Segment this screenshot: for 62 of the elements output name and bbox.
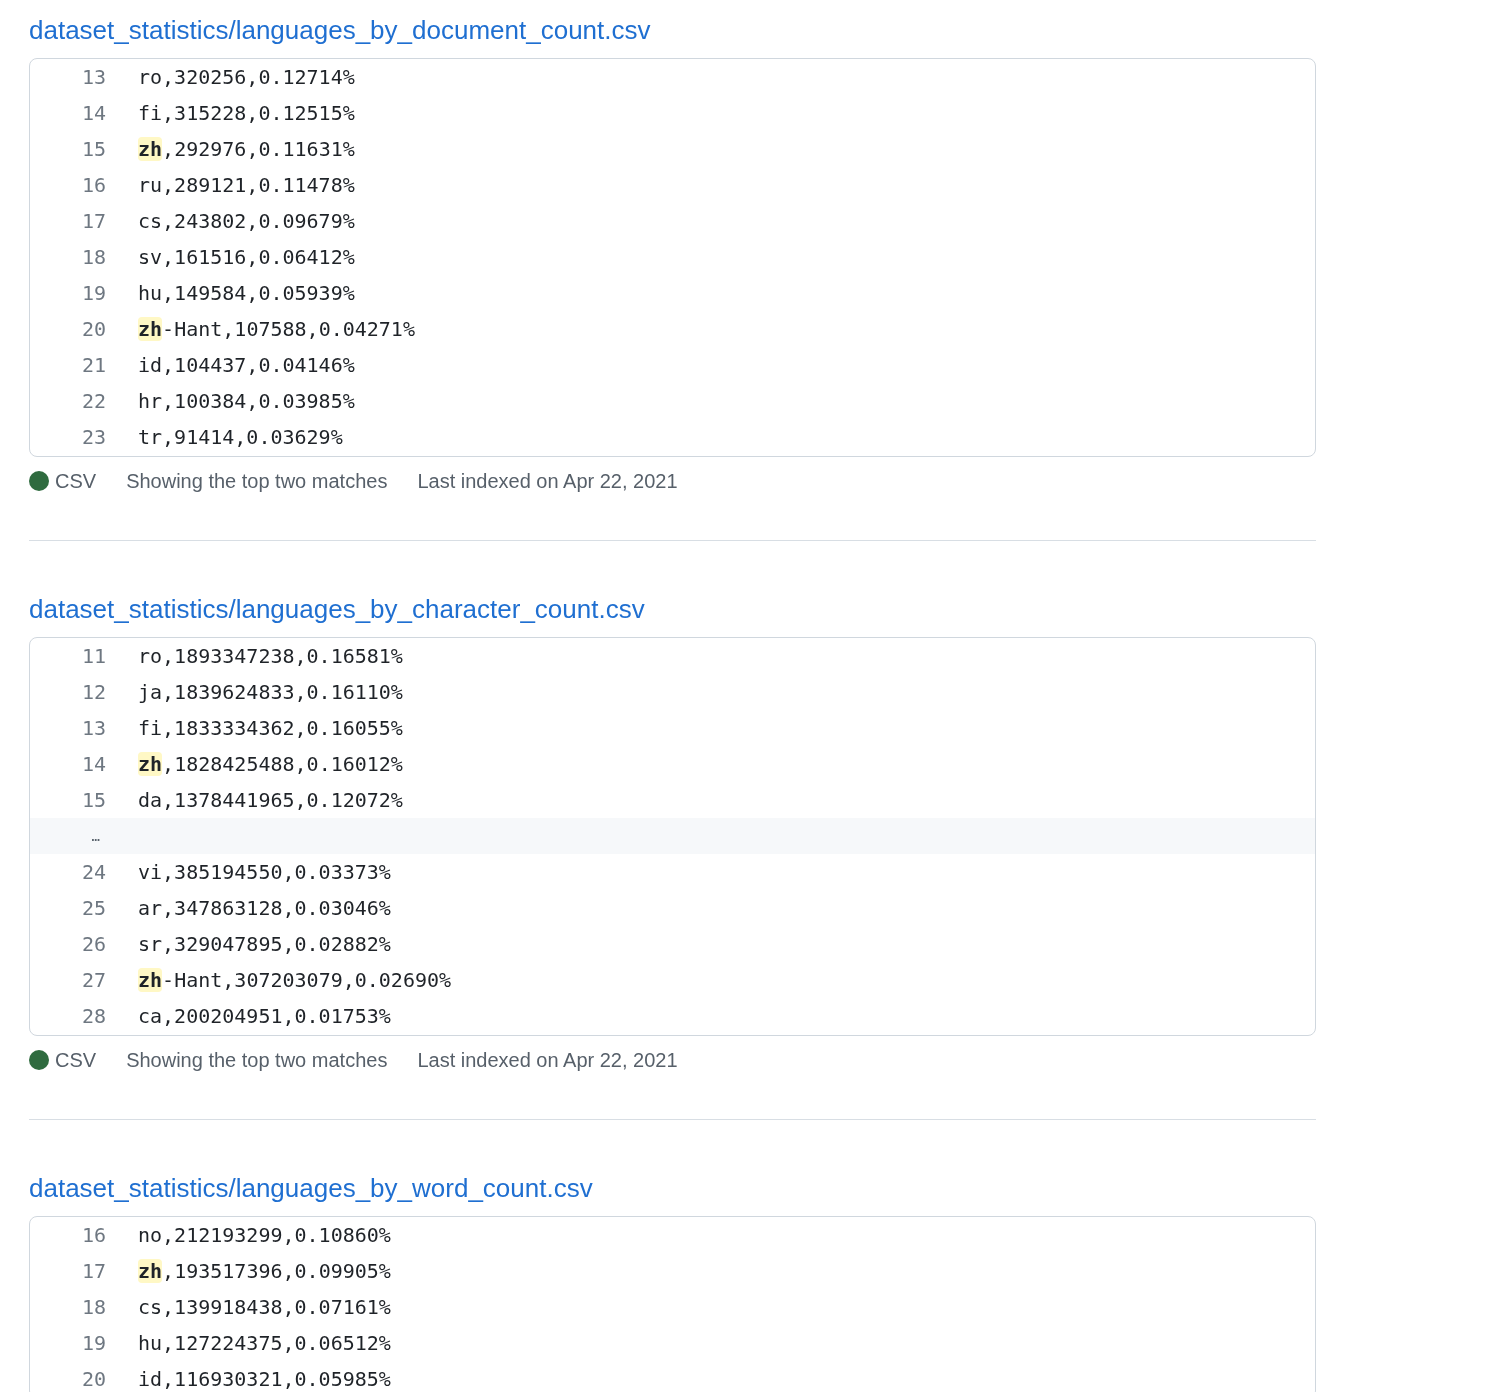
file-path-link[interactable]: dataset_statistics/languages_by_word_count.csv xyxy=(29,1170,593,1206)
line-number: 21 xyxy=(80,352,106,379)
code-line: ar,347863128,0.03046% xyxy=(138,895,391,922)
code-line: ca,200204951,0.01753% xyxy=(138,1003,391,1030)
line-number: 17 xyxy=(80,208,106,235)
code-line: ro,320256,0.12714% xyxy=(138,64,355,91)
line-number: 25 xyxy=(80,895,106,922)
code-line: zh,1828425488,0.16012% xyxy=(138,751,403,778)
code-line: zh-Hant,307203079,0.02690% xyxy=(138,967,452,994)
code-line: zh,193517396,0.09905% xyxy=(138,1258,391,1285)
code-line: vi,385194550,0.03373% xyxy=(138,859,391,886)
code-line: ru,289121,0.11478% xyxy=(138,172,355,199)
line-number: 14 xyxy=(80,100,106,127)
match-summary: Showing the top two matches xyxy=(126,469,388,494)
line-number: 16 xyxy=(80,1222,106,1249)
code-line: hu,127224375,0.06512% xyxy=(138,1330,391,1357)
code-line: hu,149584,0.05939% xyxy=(138,280,355,307)
code-line: id,116930321,0.05985% xyxy=(138,1366,391,1392)
line-number: 18 xyxy=(80,244,106,271)
code-line: ja,1839624833,0.16110% xyxy=(138,679,403,706)
line-number: 18 xyxy=(80,1294,106,1321)
code-line: id,104437,0.04146% xyxy=(138,352,355,379)
code-line: fi,1833334362,0.16055% xyxy=(138,715,403,742)
line-number: 27 xyxy=(80,967,106,994)
code-line: hr,100384,0.03985% xyxy=(138,388,355,415)
indexed-date: Last indexed on Apr 22, 2021 xyxy=(417,1048,678,1073)
language-label: CSV xyxy=(55,1048,97,1073)
code-line: cs,243802,0.09679% xyxy=(138,208,355,235)
line-number: 15 xyxy=(80,787,106,814)
line-number: 15 xyxy=(80,136,106,163)
line-number: 12 xyxy=(80,679,106,706)
code-line: zh,292976,0.11631% xyxy=(138,136,355,163)
file-path-link[interactable]: dataset_statistics/languages_by_character_count.csv xyxy=(29,591,645,627)
code-line: no,212193299,0.10860% xyxy=(138,1222,391,1249)
code-line: ro,1893347238,0.16581% xyxy=(138,643,403,670)
line-number: 13 xyxy=(80,715,106,742)
line-number: 17 xyxy=(80,1258,106,1285)
line-number: 14 xyxy=(80,751,106,778)
code-line: fi,315228,0.12515% xyxy=(138,100,355,127)
line-number: 19 xyxy=(80,280,106,307)
line-number: 19 xyxy=(80,1330,106,1357)
code-line: sv,161516,0.06412% xyxy=(138,244,355,271)
line-number: 20 xyxy=(80,316,106,343)
line-number: 28 xyxy=(80,1003,106,1030)
line-number: 26 xyxy=(80,931,106,958)
line-number: 22 xyxy=(80,388,106,415)
line-number: 24 xyxy=(80,859,106,886)
ellipsis-text: … xyxy=(90,826,100,846)
code-line: tr,91414,0.03629% xyxy=(138,424,343,451)
line-number: 20 xyxy=(80,1366,106,1392)
code-line: zh-Hant,107588,0.04271% xyxy=(138,316,415,343)
language-label: CSV xyxy=(55,469,97,494)
indexed-date: Last indexed on Apr 22, 2021 xyxy=(417,469,678,494)
line-number: 23 xyxy=(80,424,106,451)
file-path-link[interactable]: dataset_statistics/languages_by_document_count.csv xyxy=(29,12,651,48)
match-summary: Showing the top two matches xyxy=(126,1048,388,1073)
code-line: sr,329047895,0.02882% xyxy=(138,931,391,958)
line-number: 11 xyxy=(80,643,106,670)
line-number: 13 xyxy=(80,64,106,91)
line-number: 16 xyxy=(80,172,106,199)
code-line: da,1378441965,0.12072% xyxy=(138,787,403,814)
code-line: cs,139918438,0.07161% xyxy=(138,1294,391,1321)
